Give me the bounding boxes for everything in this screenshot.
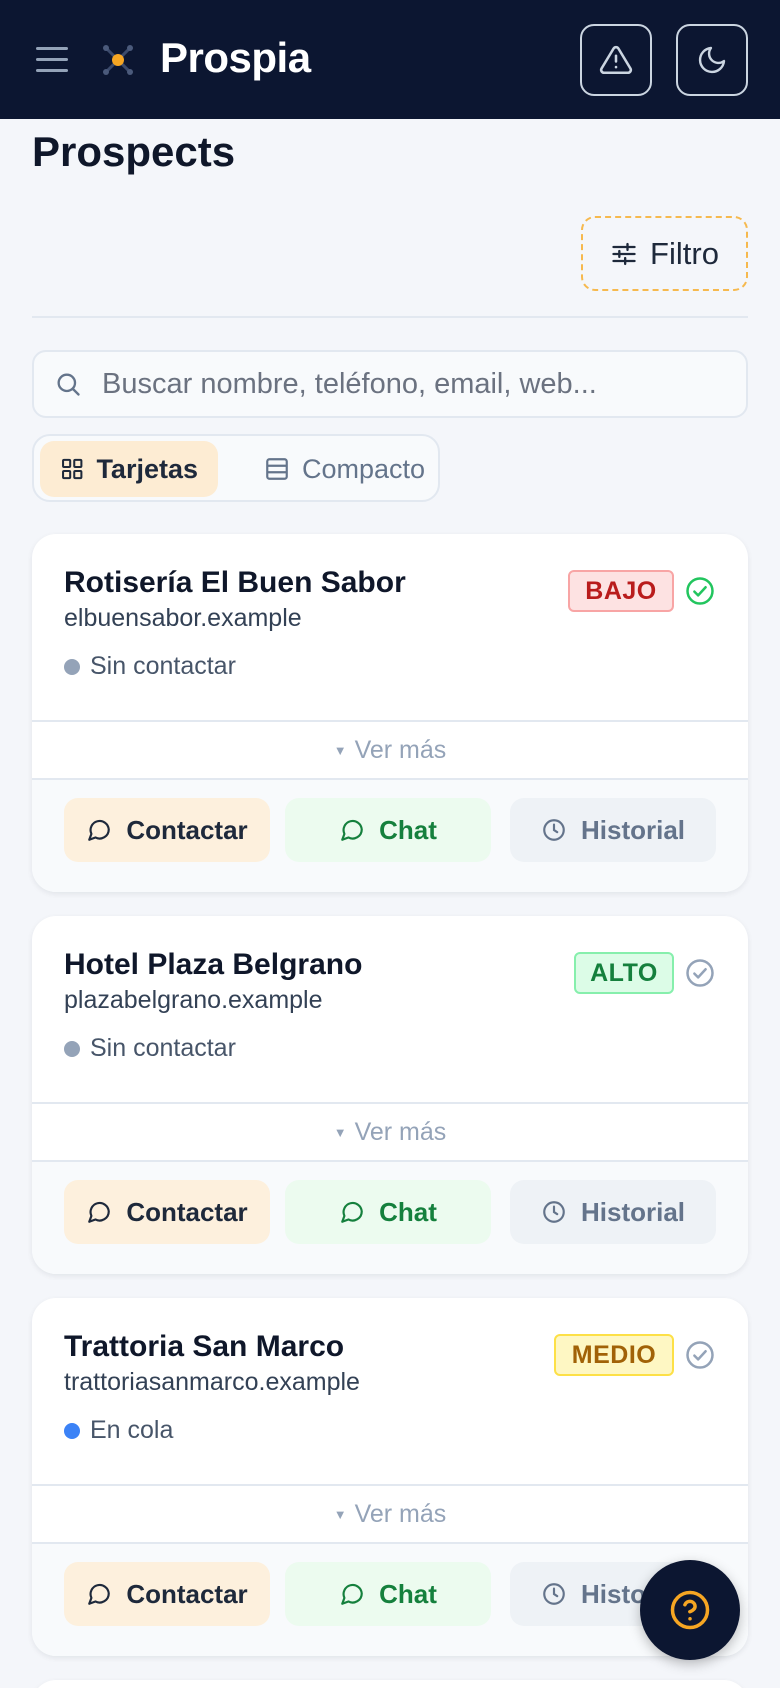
caret-down-icon: ▼ [333, 742, 347, 758]
view-cards-label: Tarjetas [96, 453, 198, 484]
contact-label: Contactar [126, 1196, 248, 1227]
status-dot [64, 658, 80, 675]
see-more-label: Ver más [354, 1499, 447, 1528]
priority-badge: BAJO [568, 570, 674, 612]
message-circle-icon [88, 1583, 111, 1605]
message-circle-icon [88, 819, 111, 841]
grid-icon [62, 458, 83, 480]
prospect-domain[interactable]: plazabelgrano.example [64, 986, 323, 1015]
status-dot [64, 1040, 80, 1057]
prospect-name: Hotel Plaza Belgrano [64, 948, 363, 981]
priority-badge: ALTO [574, 952, 674, 994]
list-icon [266, 458, 288, 480]
warning-icon [599, 45, 633, 75]
status-dot [64, 1422, 80, 1439]
history-button[interactable]: Historial [510, 1180, 716, 1244]
prospect-name: Trattoria San Marco [64, 1330, 345, 1363]
view-toggle: Tarjetas Compacto [32, 434, 440, 502]
prospect-domain[interactable]: trattoriasanmarco.example [64, 1368, 360, 1397]
history-button[interactable]: Historial [510, 798, 716, 862]
divider [32, 316, 748, 318]
contact-button[interactable]: Contactar [64, 798, 270, 862]
chat-button[interactable]: Chat [285, 1180, 491, 1244]
chat-label: Chat [379, 1196, 437, 1227]
chat-button[interactable]: Chat [285, 1562, 491, 1626]
filter-button[interactable]: Filtro [581, 216, 748, 291]
clock-icon [543, 1201, 565, 1223]
history-label: Historial [580, 1196, 686, 1227]
card-actions: Contactar Chat Historial [32, 780, 748, 892]
chat-label: Chat [379, 814, 437, 845]
card-actions: Contactar Chat Historial [32, 1162, 748, 1274]
see-more-toggle[interactable]: ▼ Ver más [32, 1486, 748, 1542]
prospect-status: Sin contactar [64, 652, 236, 681]
caret-down-icon: ▼ [333, 1124, 347, 1140]
theme-toggle-button[interactable] [676, 24, 748, 96]
status-label: En cola [90, 1416, 174, 1444]
check-circle-icon[interactable] [685, 1340, 715, 1370]
caret-down-icon: ▼ [333, 1506, 347, 1522]
help-circle-icon [670, 1590, 710, 1630]
search-input[interactable] [102, 367, 722, 401]
status-label: Sin contactar [90, 1034, 236, 1062]
prospect-name: Rotisería El Buen Sabor [64, 566, 406, 599]
filter-label: Filtro [650, 235, 719, 271]
search-icon [57, 373, 80, 396]
chat-icon [341, 1201, 363, 1223]
clock-icon [543, 819, 565, 841]
see-more-toggle[interactable]: ▼ Ver más [32, 1104, 748, 1160]
contact-button[interactable]: Contactar [64, 1562, 270, 1626]
contact-label: Contactar [126, 1578, 248, 1609]
chat-icon [341, 819, 363, 841]
contact-label: Contactar [126, 814, 248, 845]
prospect-status: Sin contactar [64, 1034, 236, 1063]
help-button[interactable] [640, 1560, 740, 1660]
chat-label: Chat [379, 1578, 437, 1609]
menu-icon[interactable] [36, 47, 68, 73]
priority-badge: MEDIO [554, 1334, 674, 1376]
chat-icon [341, 1583, 363, 1605]
prospect-status: En cola [64, 1416, 173, 1445]
history-label: Historial [580, 814, 686, 845]
prospect-card[interactable]: Hotel Plaza Belgrano plazabelgrano.examp… [32, 916, 748, 1274]
prospect-card[interactable] [32, 1680, 748, 1688]
view-cards-tab[interactable]: Tarjetas [40, 441, 218, 497]
status-label: Sin contactar [90, 652, 236, 680]
view-compact-tab[interactable]: Compacto [244, 441, 445, 497]
alerts-button[interactable] [580, 24, 652, 96]
see-more-label: Ver más [354, 1117, 447, 1146]
check-circle-icon[interactable] [685, 576, 715, 606]
see-more-toggle[interactable]: ▼ Ver más [32, 722, 748, 778]
prospect-domain[interactable]: elbuensabor.example [64, 604, 302, 633]
page-title: Prospects [32, 128, 236, 175]
contact-button[interactable]: Contactar [64, 1180, 270, 1244]
search-box[interactable] [32, 350, 748, 418]
see-more-label: Ver más [354, 735, 447, 764]
moon-icon [698, 46, 726, 74]
clock-icon [543, 1583, 565, 1605]
check-circle-icon[interactable] [685, 958, 715, 988]
top-bar: Prospia [0, 0, 780, 119]
logo-icon [103, 45, 133, 75]
prospect-card[interactable]: Rotisería El Buen Sabor elbuensabor.exam… [32, 534, 748, 892]
message-circle-icon [88, 1201, 111, 1223]
sliders-icon [612, 242, 636, 265]
app-brand: Prospia [160, 34, 311, 81]
view-compact-label: Compacto [302, 453, 426, 484]
chat-button[interactable]: Chat [285, 798, 491, 862]
